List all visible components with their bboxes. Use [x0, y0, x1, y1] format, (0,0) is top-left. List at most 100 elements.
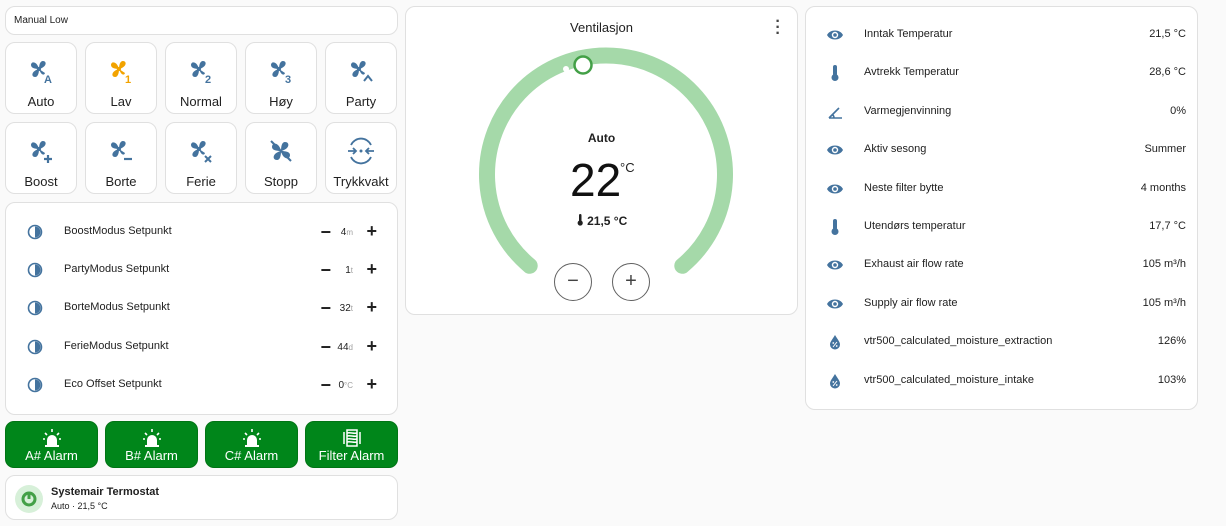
sensor-row[interactable]: Supply air flow rate 105 m³/h [806, 285, 1199, 323]
timer-icon [27, 339, 43, 355]
setpoint-name: PartyModus Setpunkt [64, 263, 170, 275]
setpoint-value: 1t [345, 265, 353, 276]
sensor-value: 0% [1170, 105, 1186, 117]
dial-mode-dot [563, 66, 569, 72]
sensor-row[interactable]: Utendørs temperatur 17,7 °C [806, 208, 1199, 246]
setpoint-value: 32t [339, 303, 353, 314]
fan-button-label: Ferie [186, 174, 216, 189]
hvac-mode: Auto [587, 131, 616, 145]
decrement-button[interactable]: − [320, 222, 331, 243]
setpoint-value: 44d [337, 342, 353, 353]
eye-icon [827, 260, 843, 270]
fan-button-label: Party [345, 94, 377, 109]
svg-text:3: 3 [285, 74, 291, 85]
fan-high-button[interactable]: 3 Høy [245, 42, 317, 114]
water-percent-icon [830, 335, 840, 350]
alarm-a-button[interactable]: A# Alarm [5, 421, 98, 468]
climate-card: Ventilasjon · · · Auto 22 °C 21,5 °C − + [405, 6, 798, 315]
alarm-label: Filter Alarm [318, 448, 385, 463]
alarm-c-button[interactable]: C# Alarm [205, 421, 298, 468]
fan-button-label: Lav [110, 94, 132, 109]
increment-button[interactable]: + [366, 374, 377, 395]
timer-icon [27, 377, 43, 393]
eye-icon [827, 145, 843, 155]
increment-button[interactable]: + [366, 221, 377, 242]
setpoint-row: BorteModus Setpunkt − 32t + [6, 289, 399, 327]
alarm-light-icon [42, 429, 61, 447]
fan-speed-2-icon: 2 [191, 61, 211, 85]
sensor-name: Inntak Temperatur [864, 28, 953, 40]
setpoint-value: 4m [340, 227, 353, 238]
alarm-label: B# Alarm [125, 448, 178, 463]
decrement-button[interactable]: − [320, 260, 331, 281]
sensor-name: Exhaust air flow rate [864, 258, 964, 270]
fan-minus-icon [111, 141, 132, 161]
filter-alarm-button[interactable]: Filter Alarm [305, 421, 398, 468]
sensor-row[interactable]: Aktiv sesong Summer [806, 131, 1199, 169]
timer-icon [27, 262, 43, 278]
sensor-row[interactable]: vtr500_calculated_moisture_intake 103% [806, 362, 1199, 400]
svg-text:A: A [44, 74, 52, 85]
eye-icon [827, 299, 843, 309]
thermometer-icon [831, 65, 839, 81]
decrement-button[interactable]: − [320, 375, 331, 396]
fan-boost-button[interactable]: Boost [5, 122, 77, 194]
sensor-row[interactable]: Inntak Temperatur 21,5 °C [806, 16, 1199, 54]
timer-icon [27, 224, 43, 240]
sensor-value: 126% [1157, 335, 1186, 347]
sensor-value: 103% [1157, 374, 1186, 386]
thermometer-icon [577, 214, 583, 226]
increment-button[interactable]: + [366, 336, 377, 357]
sensors-card: Inntak Temperatur 21,5 °C Avtrekk Temper… [805, 6, 1198, 410]
timer-icon [27, 300, 43, 316]
mode-select-card[interactable]: Manual Low [5, 6, 398, 35]
increase-temp-button[interactable]: + [612, 263, 650, 301]
fan-holiday-button[interactable]: Ferie [165, 122, 237, 194]
decrement-button[interactable]: − [320, 298, 331, 319]
setpoint-name: BorteModus Setpunkt [64, 301, 170, 313]
sensor-row[interactable]: Neste filter bytte 4 months [806, 170, 1199, 208]
sensor-value: 28,6 °C [1149, 66, 1186, 78]
sensor-name: vtr500_calculated_moisture_intake [864, 374, 1034, 386]
fan-party-button[interactable]: Party [325, 42, 397, 114]
sensor-value: Summer [1144, 143, 1186, 155]
fan-away-button[interactable]: Borte [85, 122, 157, 194]
sensor-row[interactable]: vtr500_calculated_moisture_extraction 12… [806, 323, 1199, 361]
dial-handle [573, 55, 593, 75]
fan-chevron-up-icon [351, 61, 373, 82]
increment-button[interactable]: + [366, 297, 377, 318]
increment-button[interactable]: + [366, 259, 377, 280]
current-temperature: 21,5 °C [406, 214, 797, 228]
sensor-row[interactable]: Varmegjenvinning 0% [806, 93, 1199, 131]
thermostat-name: Systemair Termostat [51, 486, 160, 498]
fan-auto-icon: A [31, 61, 52, 85]
sensor-name: vtr500_calculated_moisture_extraction [864, 335, 1053, 347]
sensor-name: Avtrekk Temperatur [864, 66, 959, 78]
fan-auto-button[interactable]: A Auto [5, 42, 77, 114]
decrease-temp-button[interactable]: − [554, 263, 592, 301]
eye-icon [827, 184, 843, 194]
sensor-name: Supply air flow rate [864, 297, 958, 309]
thermostat-tile[interactable]: Systemair Termostat Auto · 21,5 °C [5, 475, 398, 520]
angle-icon [828, 107, 842, 119]
fan-button-label: Stopp [264, 174, 298, 189]
sensor-row[interactable]: Exhaust air flow rate 105 m³/h [806, 246, 1199, 284]
sensor-name: Neste filter bytte [864, 182, 944, 194]
thermometer-icon [831, 219, 839, 235]
eye-icon [827, 30, 843, 40]
sensor-row[interactable]: Avtrekk Temperatur 28,6 °C [806, 54, 1199, 92]
sensor-name: Utendørs temperatur [864, 220, 966, 232]
fan-normal-button[interactable]: 2 Normal [165, 42, 237, 114]
setpoint-name: BoostModus Setpunkt [64, 225, 172, 237]
sensor-value: 21,5 °C [1149, 28, 1186, 40]
pressure-guard-button[interactable]: Trykkvakt [325, 122, 397, 194]
decrement-button[interactable]: − [320, 337, 331, 358]
pressure-icon [348, 137, 374, 165]
fan-button-label: Borte [105, 174, 137, 189]
alarm-b-button[interactable]: B# Alarm [105, 421, 198, 468]
fan-stop-button[interactable]: Stopp [245, 122, 317, 194]
fan-low-button[interactable]: 1 Lav [85, 42, 157, 114]
target-temperature: 22 [570, 154, 622, 206]
fan-speed-1-icon: 1 [111, 61, 131, 85]
sensor-name: Aktiv sesong [864, 143, 927, 155]
